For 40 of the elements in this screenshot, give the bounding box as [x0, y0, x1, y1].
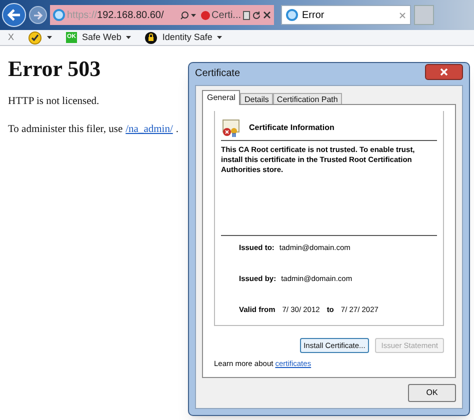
browser-logo-icon	[286, 9, 298, 21]
search-icon[interactable]	[180, 10, 189, 20]
forward-button[interactable]	[29, 6, 47, 24]
certificate-error-icon	[221, 118, 241, 137]
dialog-title: Certificate	[195, 67, 240, 82]
address-url: https://192.168.80.60/	[67, 8, 164, 22]
close-toolbar-button[interactable]: X	[8, 30, 14, 44]
close-button[interactable]	[425, 64, 463, 80]
page-text: HTTP is not licensed.	[8, 95, 100, 109]
close-icon[interactable]	[263, 11, 271, 19]
checkmark-badge-icon	[28, 30, 42, 44]
page-heading: Error 503	[8, 56, 101, 82]
toolbar-button[interactable]	[28, 30, 52, 44]
ok-button[interactable]: OK	[408, 384, 456, 402]
padlock-icon	[145, 31, 158, 44]
certificate-error-icon[interactable]	[200, 10, 210, 20]
info-title: Certificate Information	[249, 122, 334, 134]
page-text: To administer this filer, use	[8, 122, 123, 137]
dialog-tab[interactable]: Details	[240, 92, 273, 105]
dropdown-caret-icon	[217, 36, 222, 39]
back-arrow-icon	[7, 9, 21, 21]
dialog-tab[interactable]: General	[202, 90, 240, 105]
browser-tab[interactable]: Error	[281, 5, 411, 25]
refresh-icon[interactable]	[252, 10, 261, 20]
document-icon[interactable]	[243, 10, 250, 20]
browser-logo-icon	[53, 9, 65, 21]
close-icon[interactable]	[399, 12, 406, 18]
certificate-error-label[interactable]: Certi...	[212, 8, 241, 22]
dropdown-caret-icon[interactable]	[190, 14, 196, 16]
dropdown-caret-icon	[126, 36, 132, 39]
back-button[interactable]	[2, 3, 26, 27]
admin-link[interactable]: /na_admin/	[126, 122, 173, 138]
forward-arrow-icon	[33, 10, 43, 20]
page-text: .	[176, 122, 178, 137]
address-bar[interactable]: https://192.168.80.60/ Certi...	[50, 5, 274, 25]
tab-title: Error	[302, 8, 324, 22]
dropdown-caret-icon	[47, 36, 52, 39]
dialog-tab[interactable]: Certification Path	[272, 92, 342, 105]
toolbar-button[interactable]: Identity Safe	[145, 30, 222, 44]
close-icon	[440, 68, 448, 76]
